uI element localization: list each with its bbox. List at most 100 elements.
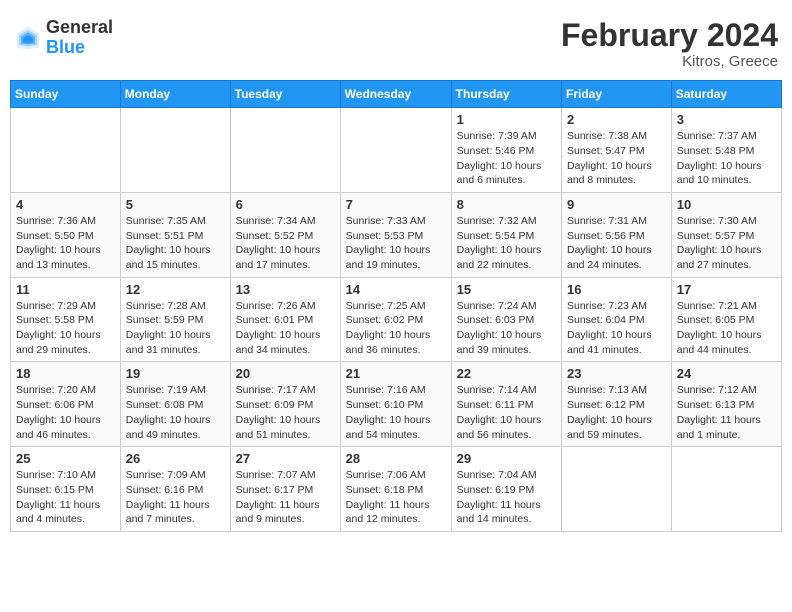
day-info: Sunrise: 7:21 AM Sunset: 6:05 PM Dayligh… [677, 299, 776, 358]
title-block: February 2024 Kitros, Greece [561, 18, 778, 70]
day-number: 4 [16, 197, 115, 212]
logo-general: General [46, 17, 113, 37]
day-number: 24 [677, 366, 776, 381]
calendar-cell [11, 108, 121, 193]
day-info: Sunrise: 7:34 AM Sunset: 5:52 PM Dayligh… [236, 214, 335, 273]
calendar-cell: 6 Sunrise: 7:34 AM Sunset: 5:52 PM Daylig… [230, 192, 340, 277]
day-info: Sunrise: 7:36 AM Sunset: 5:50 PM Dayligh… [16, 214, 115, 273]
weekday-header: Tuesday [230, 81, 340, 108]
calendar-cell: 20 Sunrise: 7:17 AM Sunset: 6:09 PM Dayli… [230, 362, 340, 447]
calendar-week-row: 1Sunrise: 7:39 AM Sunset: 5:46 PM Daylig… [11, 108, 782, 193]
day-info: Sunrise: 7:30 AM Sunset: 5:57 PM Dayligh… [677, 214, 776, 273]
page-header: General Blue February 2024 Kitros, Greec… [10, 10, 782, 74]
day-number: 2 [567, 112, 666, 127]
calendar-cell: 21 Sunrise: 7:16 AM Sunset: 6:10 PM Dayli… [340, 362, 451, 447]
calendar-cell: 3 Sunrise: 7:37 AM Sunset: 5:48 PM Daylig… [671, 108, 781, 193]
day-info: Sunrise: 7:09 AM Sunset: 6:16 PM Dayligh… [126, 468, 225, 527]
day-number: 28 [346, 451, 446, 466]
calendar-cell: 18 Sunrise: 7:20 AM Sunset: 6:06 PM Dayli… [11, 362, 121, 447]
calendar-table: SundayMondayTuesdayWednesdayThursdayFrid… [10, 80, 782, 532]
day-info: Sunrise: 7:13 AM Sunset: 6:12 PM Dayligh… [567, 383, 666, 442]
day-number: 25 [16, 451, 115, 466]
day-number: 3 [677, 112, 776, 127]
day-number: 12 [126, 282, 225, 297]
day-number: 21 [346, 366, 446, 381]
day-info: Sunrise: 7:12 AM Sunset: 6:13 PM Dayligh… [677, 383, 776, 442]
day-info: Sunrise: 7:25 AM Sunset: 6:02 PM Dayligh… [346, 299, 446, 358]
calendar-cell [671, 447, 781, 532]
day-number: 13 [236, 282, 335, 297]
calendar-cell: 25 Sunrise: 7:10 AM Sunset: 6:15 PM Dayli… [11, 447, 121, 532]
day-number: 1 [457, 112, 556, 127]
calendar-cell: 19 Sunrise: 7:19 AM Sunset: 6:08 PM Dayli… [120, 362, 230, 447]
calendar-cell: 26Sunrise: 7:09 AM Sunset: 6:16 PM Dayli… [120, 447, 230, 532]
day-number: 7 [346, 197, 446, 212]
day-info: Sunrise: 7:23 AM Sunset: 6:04 PM Dayligh… [567, 299, 666, 358]
calendar-cell: 2 Sunrise: 7:38 AM Sunset: 5:47 PM Daylig… [562, 108, 672, 193]
day-number: 5 [126, 197, 225, 212]
day-info: Sunrise: 7:06 AM Sunset: 6:18 PM Dayligh… [346, 468, 446, 527]
weekday-header: Monday [120, 81, 230, 108]
calendar-cell: 11 Sunrise: 7:29 AM Sunset: 5:58 PM Dayli… [11, 277, 121, 362]
calendar-cell: 1Sunrise: 7:39 AM Sunset: 5:46 PM Daylig… [451, 108, 561, 193]
calendar-cell: 12 Sunrise: 7:28 AM Sunset: 5:59 PM Dayli… [120, 277, 230, 362]
day-number: 6 [236, 197, 335, 212]
day-info: Sunrise: 7:28 AM Sunset: 5:59 PM Dayligh… [126, 299, 225, 358]
calendar-cell: 7 Sunrise: 7:33 AM Sunset: 5:53 PM Daylig… [340, 192, 451, 277]
day-number: 20 [236, 366, 335, 381]
day-info: Sunrise: 7:26 AM Sunset: 6:01 PM Dayligh… [236, 299, 335, 358]
calendar-cell: 16Sunrise: 7:23 AM Sunset: 6:04 PM Dayli… [562, 277, 672, 362]
day-info: Sunrise: 7:14 AM Sunset: 6:11 PM Dayligh… [457, 383, 556, 442]
weekday-header: Thursday [451, 81, 561, 108]
calendar-cell: 13 Sunrise: 7:26 AM Sunset: 6:01 PM Dayli… [230, 277, 340, 362]
calendar-week-row: 18 Sunrise: 7:20 AM Sunset: 6:06 PM Dayli… [11, 362, 782, 447]
day-info: Sunrise: 7:16 AM Sunset: 6:10 PM Dayligh… [346, 383, 446, 442]
day-info: Sunrise: 7:20 AM Sunset: 6:06 PM Dayligh… [16, 383, 115, 442]
calendar-cell: 23 Sunrise: 7:13 AM Sunset: 6:12 PM Dayli… [562, 362, 672, 447]
logo-icon [14, 24, 42, 52]
day-info: Sunrise: 7:38 AM Sunset: 5:47 PM Dayligh… [567, 129, 666, 188]
day-info: Sunrise: 7:19 AM Sunset: 6:08 PM Dayligh… [126, 383, 225, 442]
calendar-cell [230, 108, 340, 193]
weekday-header-row: SundayMondayTuesdayWednesdayThursdayFrid… [11, 81, 782, 108]
weekday-header: Wednesday [340, 81, 451, 108]
day-number: 22 [457, 366, 556, 381]
calendar-cell: 28 Sunrise: 7:06 AM Sunset: 6:18 PM Dayli… [340, 447, 451, 532]
calendar-cell [340, 108, 451, 193]
day-info: Sunrise: 7:32 AM Sunset: 5:54 PM Dayligh… [457, 214, 556, 273]
weekday-header: Sunday [11, 81, 121, 108]
day-number: 19 [126, 366, 225, 381]
calendar-cell: 9Sunrise: 7:31 AM Sunset: 5:56 PM Daylig… [562, 192, 672, 277]
logo: General Blue [14, 18, 113, 58]
logo-text: General Blue [46, 18, 113, 58]
month-title: February 2024 [561, 18, 778, 53]
calendar-cell: 5 Sunrise: 7:35 AM Sunset: 5:51 PM Daylig… [120, 192, 230, 277]
day-info: Sunrise: 7:17 AM Sunset: 6:09 PM Dayligh… [236, 383, 335, 442]
day-info: Sunrise: 7:07 AM Sunset: 6:17 PM Dayligh… [236, 468, 335, 527]
calendar-week-row: 4 Sunrise: 7:36 AM Sunset: 5:50 PM Daylig… [11, 192, 782, 277]
calendar-week-row: 25 Sunrise: 7:10 AM Sunset: 6:15 PM Dayli… [11, 447, 782, 532]
day-info: Sunrise: 7:37 AM Sunset: 5:48 PM Dayligh… [677, 129, 776, 188]
day-info: Sunrise: 7:04 AM Sunset: 6:19 PM Dayligh… [457, 468, 556, 527]
day-number: 18 [16, 366, 115, 381]
day-info: Sunrise: 7:33 AM Sunset: 5:53 PM Dayligh… [346, 214, 446, 273]
calendar-cell: 14 Sunrise: 7:25 AM Sunset: 6:02 PM Dayli… [340, 277, 451, 362]
day-info: Sunrise: 7:35 AM Sunset: 5:51 PM Dayligh… [126, 214, 225, 273]
day-number: 8 [457, 197, 556, 212]
calendar-cell [120, 108, 230, 193]
day-number: 14 [346, 282, 446, 297]
calendar-cell: 4 Sunrise: 7:36 AM Sunset: 5:50 PM Daylig… [11, 192, 121, 277]
day-number: 11 [16, 282, 115, 297]
calendar-week-row: 11 Sunrise: 7:29 AM Sunset: 5:58 PM Dayli… [11, 277, 782, 362]
logo-blue: Blue [46, 37, 85, 57]
day-number: 10 [677, 197, 776, 212]
location: Kitros, Greece [561, 53, 778, 70]
day-number: 9 [567, 197, 666, 212]
day-info: Sunrise: 7:10 AM Sunset: 6:15 PM Dayligh… [16, 468, 115, 527]
calendar-cell [562, 447, 672, 532]
day-number: 23 [567, 366, 666, 381]
calendar-cell: 27 Sunrise: 7:07 AM Sunset: 6:17 PM Dayli… [230, 447, 340, 532]
day-info: Sunrise: 7:29 AM Sunset: 5:58 PM Dayligh… [16, 299, 115, 358]
weekday-header: Saturday [671, 81, 781, 108]
day-number: 27 [236, 451, 335, 466]
